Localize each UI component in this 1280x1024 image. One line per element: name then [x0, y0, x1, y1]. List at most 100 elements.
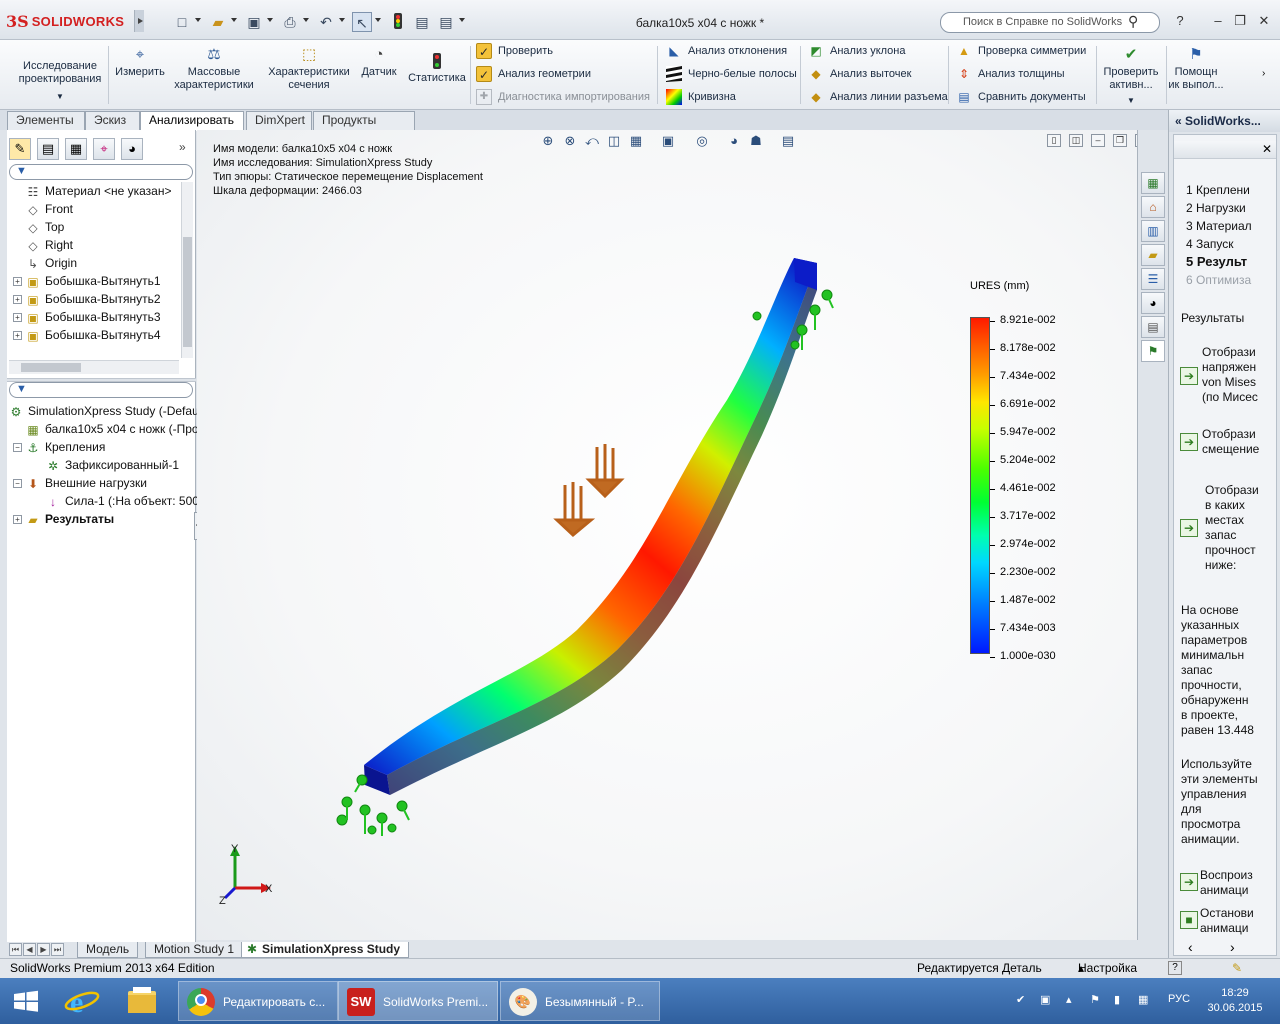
compare-documents-button[interactable]: ▤ Сравнить документы: [956, 88, 1085, 106]
step-fixtures[interactable]: 1 Креплени: [1186, 183, 1250, 197]
first-tab-icon[interactable]: ⏮: [9, 943, 22, 956]
open-icon[interactable]: ▰: [208, 12, 228, 32]
show-displacement-link[interactable]: Отобрази смещение: [1202, 427, 1259, 457]
next-tab-icon[interactable]: ▶: [37, 943, 50, 956]
show-fos-arrow-icon[interactable]: ➔: [1180, 519, 1198, 537]
antivirus-tray-icon[interactable]: ✔: [1016, 993, 1025, 1006]
rebuild-icon[interactable]: [388, 12, 408, 32]
expand-icon[interactable]: +: [13, 331, 22, 340]
minimize-button[interactable]: –: [1208, 12, 1228, 30]
symmetry-check-button[interactable]: ▲ Проверка симметрии: [956, 42, 1086, 60]
tree-item-boss-extrude-2[interactable]: ▣ Бобышка-Вытянуть2: [25, 290, 160, 308]
menu-expand-arrow[interactable]: [134, 10, 144, 32]
action-center-icon[interactable]: ⚑: [1090, 993, 1100, 1006]
open-dropdown-icon[interactable]: [231, 18, 237, 22]
save-icon[interactable]: ▣: [244, 12, 264, 32]
tree-item-results[interactable]: ▰ Результаты: [25, 510, 114, 528]
deviation-analysis-button[interactable]: ◣ Анализ отклонения: [666, 42, 787, 60]
scroll-right-arrow[interactable]: ›: [1262, 68, 1265, 79]
taskbar-solidworks-app[interactable]: SW SolidWorks Premi...: [338, 981, 498, 1021]
undercut-analysis-button[interactable]: ◆ Анализ выточек: [808, 65, 911, 83]
expand-panes-icon[interactable]: »: [179, 140, 186, 154]
last-tab-icon[interactable]: ⏭: [51, 943, 64, 956]
close-button[interactable]: ✕: [1254, 12, 1274, 30]
check-active-button[interactable]: ✔ Проверить активн... ▼: [1098, 46, 1164, 107]
options-icon[interactable]: ▤: [436, 12, 456, 32]
new-dropdown-icon[interactable]: [195, 18, 201, 22]
parting-line-button[interactable]: ◆ Анализ линии разъема: [808, 88, 947, 106]
file-explorer-icon[interactable]: [120, 981, 164, 1021]
print-icon[interactable]: ⎙: [280, 12, 300, 32]
design-library-tab-icon[interactable]: ▥: [1141, 220, 1165, 242]
show-vonmises-link[interactable]: Отобрази напряжен von Mises (по Мисес: [1202, 345, 1258, 405]
section-properties-button[interactable]: ⬚ Характеристики сечения: [262, 46, 356, 92]
tab-dimxpert[interactable]: DimXpert: [246, 111, 312, 130]
tab-sketch[interactable]: Эскиз: [85, 111, 140, 130]
step-run[interactable]: 4 Запуск: [1186, 237, 1234, 251]
feature-manager-icon[interactable]: ✎: [9, 138, 31, 160]
expand-icon[interactable]: +: [13, 313, 22, 322]
tree-item-boss-extrude-1[interactable]: ▣ Бобышка-Вытянуть1: [25, 272, 160, 290]
custom-properties-tab-icon[interactable]: ▤: [1141, 316, 1165, 338]
tree-horizontal-scrollbar[interactable]: [9, 360, 179, 374]
play-animation-arrow-icon[interactable]: ➔: [1180, 873, 1198, 891]
tree-item-fixed-1[interactable]: ✲ Зафиксированный-1: [45, 456, 179, 474]
deformed-beam-model[interactable]: [197, 130, 1137, 940]
thickness-analysis-button[interactable]: ⇕ Анализ толщины: [956, 65, 1065, 83]
import-diagnostics-button[interactable]: ✚ Диагностика импортирования: [476, 88, 650, 106]
start-button[interactable]: [10, 981, 42, 1021]
tree-item-fixtures[interactable]: ⚓ Крепления: [25, 438, 106, 456]
home-tab-icon[interactable]: ⌂: [1141, 196, 1165, 218]
select-dropdown-icon[interactable]: [375, 18, 381, 22]
appearances-tab-icon[interactable]: ◕: [1141, 292, 1165, 314]
network-icon[interactable]: ▦: [1138, 993, 1148, 1006]
tree-item-boss-extrude-3[interactable]: ▣ Бобышка-Вытянуть3: [25, 308, 160, 326]
close-wizard-icon[interactable]: ✕: [1262, 142, 1272, 156]
show-vonmises-arrow-icon[interactable]: ➔: [1180, 367, 1198, 385]
tab-motion-study[interactable]: Motion Study 1: [145, 942, 244, 958]
collapse-icon[interactable]: −: [13, 479, 22, 488]
simulationxpress-tab-icon[interactable]: ⚑: [1141, 340, 1165, 362]
statistics-button[interactable]: Статистика: [404, 52, 470, 85]
customize-menu[interactable]: Настройка ▴: [1078, 959, 1137, 977]
play-animation-link[interactable]: Воспроиз анимаци: [1200, 868, 1253, 898]
battery-icon[interactable]: ▮: [1114, 993, 1120, 1006]
view-palette-tab-icon[interactable]: ☰: [1141, 268, 1165, 290]
tree-item-sim-part[interactable]: ▦ балка10x5 x04 с ножк (-Прок: [25, 420, 204, 438]
prev-tab-icon[interactable]: ◀: [23, 943, 36, 956]
tab-office-products[interactable]: Продукты Office: [313, 111, 415, 144]
design-study-button[interactable]: Исследование проектирования ▼: [10, 60, 110, 103]
dimxpert-manager-icon[interactable]: ⌖: [93, 138, 115, 160]
tree-item-top-plane[interactable]: ◇ Top: [25, 218, 64, 236]
help-button[interactable]: ?: [1170, 12, 1190, 30]
taskbar-paint-app[interactable]: 🎨 Безымянный - P...: [500, 981, 660, 1021]
check-button[interactable]: ✓ Проверить: [476, 42, 553, 60]
tree-item-right-plane[interactable]: ◇ Right: [25, 236, 73, 254]
tree-item-material[interactable]: ☷ Материал <не указан>: [25, 182, 172, 200]
sensor-button[interactable]: ◔ Датчик: [352, 46, 406, 79]
tab-evaluate[interactable]: Анализировать: [140, 111, 244, 131]
expand-icon[interactable]: +: [13, 277, 22, 286]
search-icon[interactable]: ⚲: [1128, 13, 1138, 30]
save-dropdown-icon[interactable]: [267, 18, 273, 22]
notes-icon[interactable]: ✎: [1232, 959, 1242, 977]
tree-item-external-loads[interactable]: ⬇ Внешние нагрузки: [25, 474, 147, 492]
curvature-button[interactable]: Кривизна: [666, 88, 736, 106]
restore-button[interactable]: ❐: [1230, 12, 1250, 30]
tree-item-force-1[interactable]: ↓ Сила-1 (:На объект: 500: [45, 492, 199, 510]
collapse-icon[interactable]: −: [13, 443, 22, 452]
property-manager-icon[interactable]: ▤: [37, 138, 59, 160]
options-dropdown-icon[interactable]: [459, 18, 465, 22]
help-search-input[interactable]: Поиск в Справке по SolidWorks: [940, 12, 1160, 33]
show-hidden-icons[interactable]: ▴: [1066, 993, 1072, 1006]
step-optimize[interactable]: 6 Оптимиза: [1186, 273, 1251, 287]
stop-animation-link[interactable]: Останови анимаци: [1200, 906, 1254, 936]
resources-tab-icon[interactable]: ▦: [1141, 172, 1165, 194]
print-dropdown-icon[interactable]: [303, 18, 309, 22]
new-document-icon[interactable]: □: [172, 12, 192, 32]
taskbar-chrome-app[interactable]: Редактировать с...: [178, 981, 338, 1021]
internet-explorer-icon[interactable]: e: [60, 981, 104, 1021]
measure-button[interactable]: ⌖ Измерить: [110, 46, 170, 79]
tree-item-sim-study[interactable]: ⚙ SimulationXpress Study (-Default: [8, 402, 205, 420]
tab-features[interactable]: Элементы: [7, 111, 85, 130]
